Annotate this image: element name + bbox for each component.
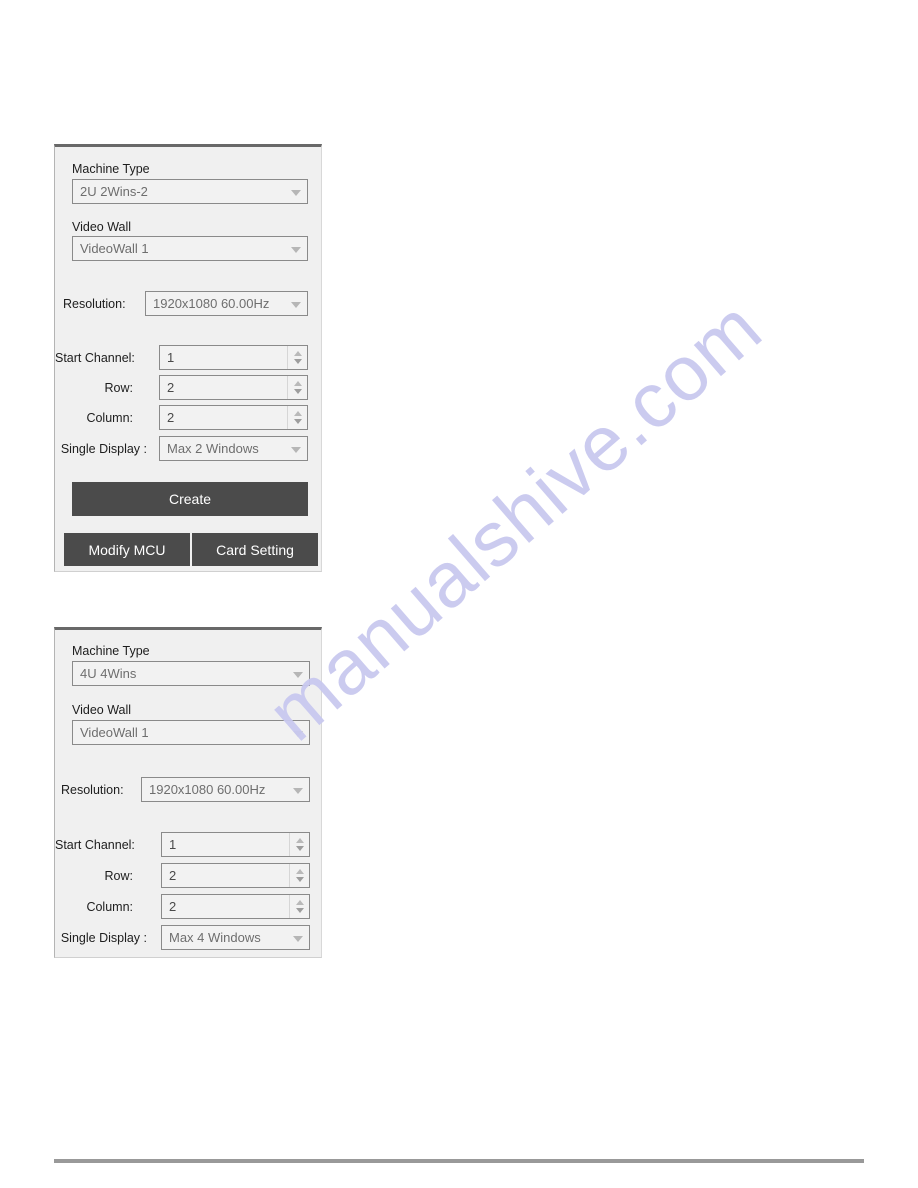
resolution-value: 1920x1080 60.00Hz <box>153 296 270 311</box>
row-label: Row: <box>104 869 133 883</box>
spinner-icon[interactable] <box>289 895 309 918</box>
resolution-value: 1920x1080 60.00Hz <box>149 782 266 797</box>
video-wall-value: VideoWall 1 <box>80 241 149 256</box>
video-wall-dropdown[interactable]: VideoWall 1 <box>72 236 308 261</box>
single-display-value: Max 2 Windows <box>167 441 259 456</box>
start-channel-value: 1 <box>167 350 175 365</box>
panel-body: Machine Type 4U 4Wins Video Wall VideoWa… <box>55 630 321 957</box>
row-stepper[interactable]: 2 <box>159 375 308 400</box>
column-value: 2 <box>169 899 177 914</box>
machine-type-value: 2U 2Wins-2 <box>80 184 148 199</box>
watermark-text: manualshive.com <box>250 282 778 758</box>
spinner-icon[interactable] <box>289 833 309 856</box>
chevron-down-icon <box>287 778 309 801</box>
start-channel-label: Start Channel: <box>55 351 135 365</box>
machine-type-value: 4U 4Wins <box>80 666 137 681</box>
machine-type-label: Machine Type <box>72 162 150 176</box>
column-label: Column: <box>86 900 133 914</box>
resolution-dropdown[interactable]: 1920x1080 60.00Hz <box>141 777 310 802</box>
panel-footer-button-bar: Modify MCU Card Setting <box>64 533 318 566</box>
spinner-icon[interactable] <box>289 864 309 887</box>
single-display-label: Single Display : <box>60 931 147 945</box>
start-channel-value: 1 <box>169 837 177 852</box>
chevron-down-icon <box>287 662 309 685</box>
chevron-down-icon <box>285 237 307 260</box>
videowall-config-panel-2u: Machine Type 2U 2Wins-2 Video Wall Video… <box>54 144 322 572</box>
modify-mcu-button[interactable]: Modify MCU <box>64 533 190 566</box>
spinner-icon[interactable] <box>287 406 307 429</box>
start-channel-stepper[interactable]: 1 <box>161 832 310 857</box>
resolution-label: Resolution: <box>63 297 126 311</box>
row-value: 2 <box>167 380 175 395</box>
panel-body: Machine Type 2U 2Wins-2 Video Wall Video… <box>55 147 321 571</box>
create-button[interactable]: Create <box>72 482 308 516</box>
page-footer-rule <box>54 1159 864 1163</box>
machine-type-label: Machine Type <box>72 644 150 658</box>
card-setting-button[interactable]: Card Setting <box>190 533 318 566</box>
single-display-dropdown[interactable]: Max 2 Windows <box>159 436 308 461</box>
video-wall-label: Video Wall <box>72 220 132 234</box>
chevron-down-icon <box>287 926 309 949</box>
resolution-label: Resolution: <box>61 783 124 797</box>
machine-type-dropdown[interactable]: 2U 2Wins-2 <box>72 179 308 204</box>
single-display-dropdown[interactable]: Max 4 Windows <box>161 925 310 950</box>
video-wall-dropdown[interactable]: VideoWall 1 <box>72 720 310 745</box>
machine-type-dropdown[interactable]: 4U 4Wins <box>72 661 310 686</box>
row-value: 2 <box>169 868 177 883</box>
single-display-label: Single Display : <box>60 442 147 456</box>
spinner-icon[interactable] <box>287 376 307 399</box>
single-display-value: Max 4 Windows <box>169 930 261 945</box>
video-wall-label: Video Wall <box>72 703 132 717</box>
videowall-config-panel-4u: Machine Type 4U 4Wins Video Wall VideoWa… <box>54 627 322 958</box>
chevron-down-icon <box>287 721 309 744</box>
row-label: Row: <box>104 381 133 395</box>
column-stepper[interactable]: 2 <box>161 894 310 919</box>
resolution-dropdown[interactable]: 1920x1080 60.00Hz <box>145 291 308 316</box>
chevron-down-icon <box>285 292 307 315</box>
start-channel-stepper[interactable]: 1 <box>159 345 308 370</box>
start-channel-label: Start Channel: <box>55 838 135 852</box>
column-value: 2 <box>167 410 175 425</box>
column-stepper[interactable]: 2 <box>159 405 308 430</box>
chevron-down-icon <box>285 437 307 460</box>
row-stepper[interactable]: 2 <box>161 863 310 888</box>
column-label: Column: <box>86 411 133 425</box>
video-wall-value: VideoWall 1 <box>80 725 149 740</box>
chevron-down-icon <box>285 180 307 203</box>
spinner-icon[interactable] <box>287 346 307 369</box>
